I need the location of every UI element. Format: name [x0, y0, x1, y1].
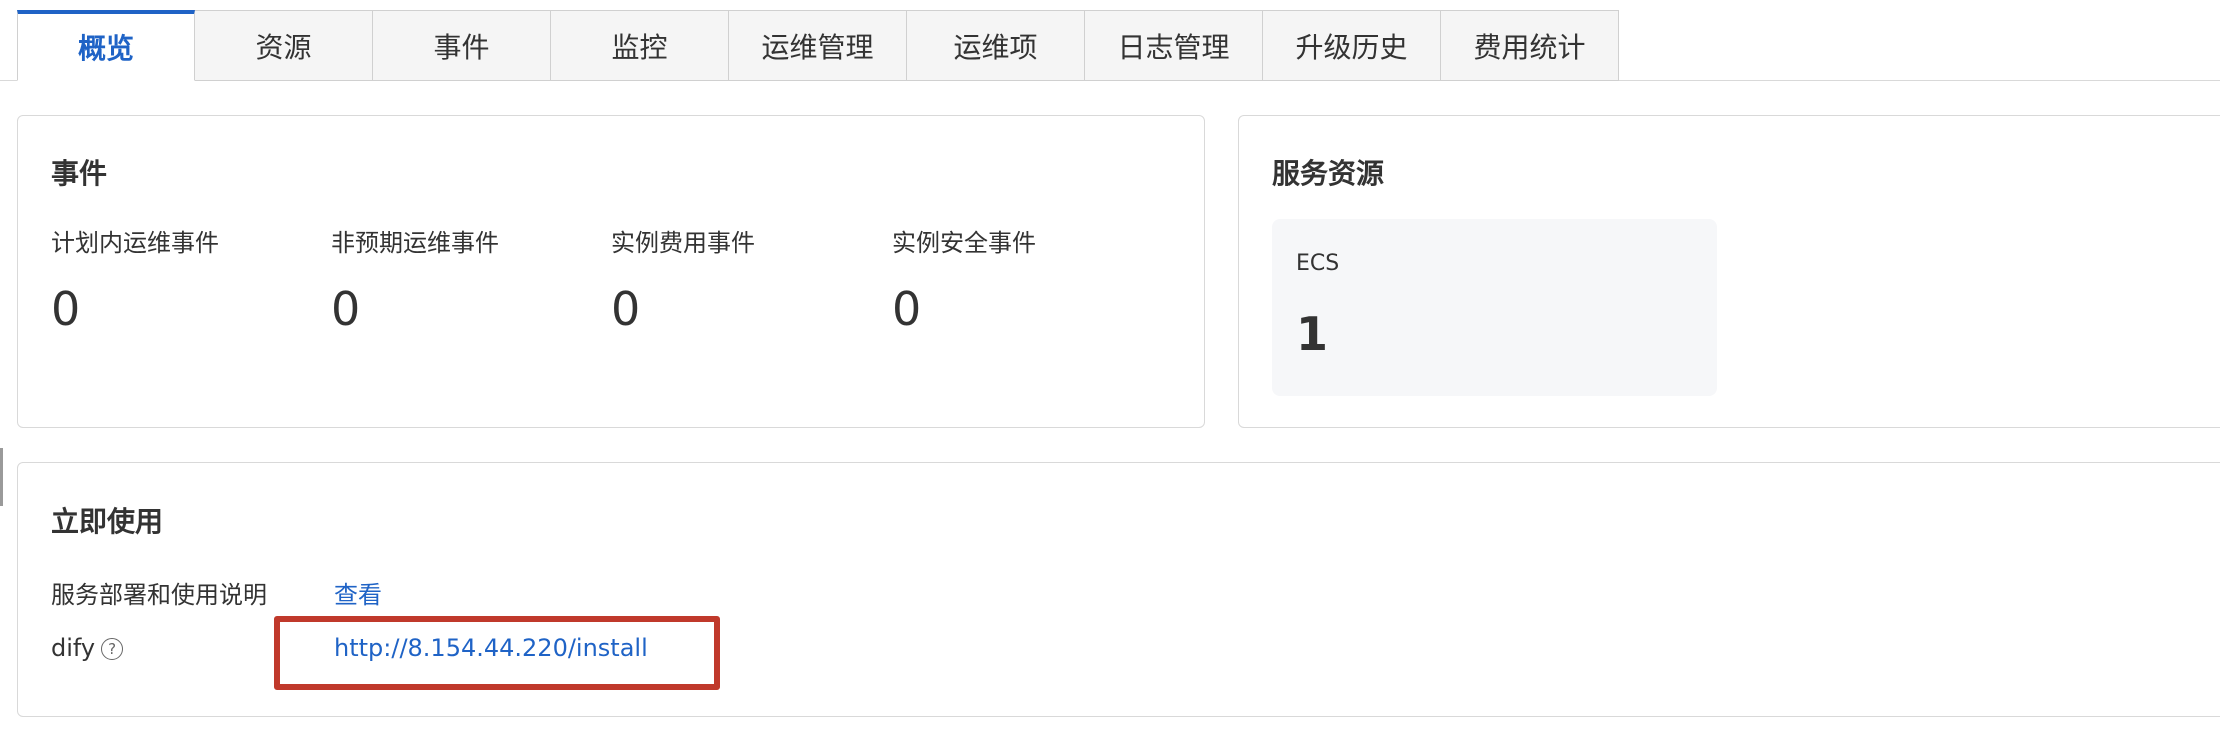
instance-cost-event-label: 实例费用事件	[611, 229, 755, 257]
tab-cost-statistics[interactable]: 费用统计	[1441, 10, 1619, 81]
service-resources-title: 服务资源	[1272, 157, 1385, 190]
left-edge-handle	[0, 448, 3, 506]
resource-count: 1	[1296, 307, 1329, 361]
dify-row-label: dify?	[51, 634, 124, 662]
unexpected-ops-event-count: 0	[331, 282, 361, 336]
deployment-guide-view-link[interactable]: 查看	[334, 575, 382, 610]
instance-security-event-count: 0	[892, 282, 922, 336]
quick-start-title: 立即使用	[51, 505, 164, 538]
tab-log-management[interactable]: 日志管理	[1085, 10, 1263, 81]
tab-events[interactable]: 事件	[373, 10, 551, 81]
planned-ops-event-count: 0	[51, 282, 81, 336]
unexpected-ops-event-label: 非预期运维事件	[331, 229, 499, 257]
question-circle-icon[interactable]: ?	[101, 638, 124, 660]
events-card-title: 事件	[51, 157, 108, 190]
tab-upgrade-history[interactable]: 升级历史	[1263, 10, 1441, 81]
planned-ops-event-label: 计划内运维事件	[51, 229, 219, 257]
tab-ops-items[interactable]: 运维项	[907, 10, 1085, 81]
ecs-resource-tile[interactable]: ECS 1	[1272, 219, 1717, 396]
events-card	[17, 115, 1205, 428]
dify-label: dify	[51, 634, 96, 662]
resource-name: ECS	[1296, 251, 1340, 276]
tab-bar: 概览 资源 事件 监控 运维管理 运维项 日志管理 升级历史 费用统计	[17, 10, 1619, 81]
deployment-guide-label: 服务部署和使用说明	[51, 581, 267, 609]
tab-ops-management[interactable]: 运维管理	[729, 10, 907, 81]
tab-resources[interactable]: 资源	[195, 10, 373, 81]
tab-overview[interactable]: 概览	[17, 10, 195, 81]
instance-security-event-label: 实例安全事件	[892, 229, 1036, 257]
instance-cost-event-count: 0	[611, 282, 641, 336]
highlight-annotation-box	[274, 616, 720, 690]
tab-monitoring[interactable]: 监控	[551, 10, 729, 81]
